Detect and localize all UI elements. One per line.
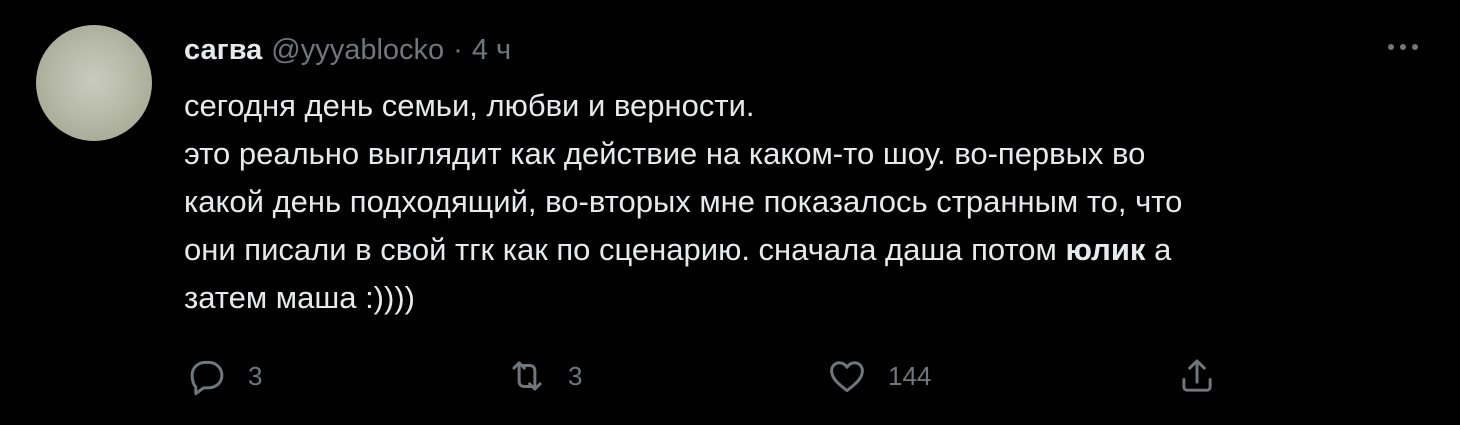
heart-icon bbox=[826, 355, 868, 397]
retweet-count: 3 bbox=[568, 360, 583, 391]
tweet-card[interactable]: сагва @yyyablocko · 4 ч сегодня день сем… bbox=[0, 0, 1460, 425]
tweet-header: сагва @yyyablocko · 4 ч bbox=[184, 30, 511, 70]
reply-count: 3 bbox=[248, 360, 263, 391]
share-button[interactable] bbox=[1176, 352, 1218, 400]
more-horizontal-icon bbox=[1386, 39, 1420, 57]
tweet-text-line: сегодня день семьи, любви и верности. bbox=[184, 88, 755, 123]
retweet-icon bbox=[506, 355, 548, 397]
tweet-timestamp[interactable]: 4 ч bbox=[472, 34, 511, 67]
more-options-button[interactable] bbox=[1382, 34, 1424, 62]
share-icon bbox=[1176, 355, 1218, 397]
retweet-button[interactable]: 3 bbox=[506, 352, 582, 400]
tweet-text-line: они писали в свой тгк как по сценарию. с… bbox=[184, 226, 1384, 274]
tweet-actions: 3 3 144 bbox=[184, 352, 1244, 400]
tweet-text-bold: юлик bbox=[1065, 232, 1146, 267]
reply-button[interactable]: 3 bbox=[186, 352, 262, 400]
like-button[interactable]: 144 bbox=[826, 352, 931, 400]
tweet-text: сегодня день семьи, любви и верности. эт… bbox=[184, 82, 1384, 322]
like-count: 144 bbox=[888, 360, 932, 391]
separator-dot: · bbox=[453, 33, 463, 66]
tweet-text-segment: они писали в свой тгк как по сценарию. с… bbox=[184, 232, 1066, 267]
avatar[interactable] bbox=[36, 25, 152, 141]
tweet-text-line: затем маша :)))) bbox=[184, 280, 415, 315]
author-handle[interactable]: @yyyablocko bbox=[271, 34, 444, 67]
author-name[interactable]: сагва bbox=[184, 34, 262, 67]
tweet-text-line: это реально выглядит как действие на как… bbox=[184, 136, 1146, 171]
reply-icon bbox=[186, 355, 228, 397]
tweet-text-segment: а bbox=[1145, 232, 1172, 267]
tweet-text-line: какой день подходящий, во-вторых мне пок… bbox=[184, 184, 1183, 219]
